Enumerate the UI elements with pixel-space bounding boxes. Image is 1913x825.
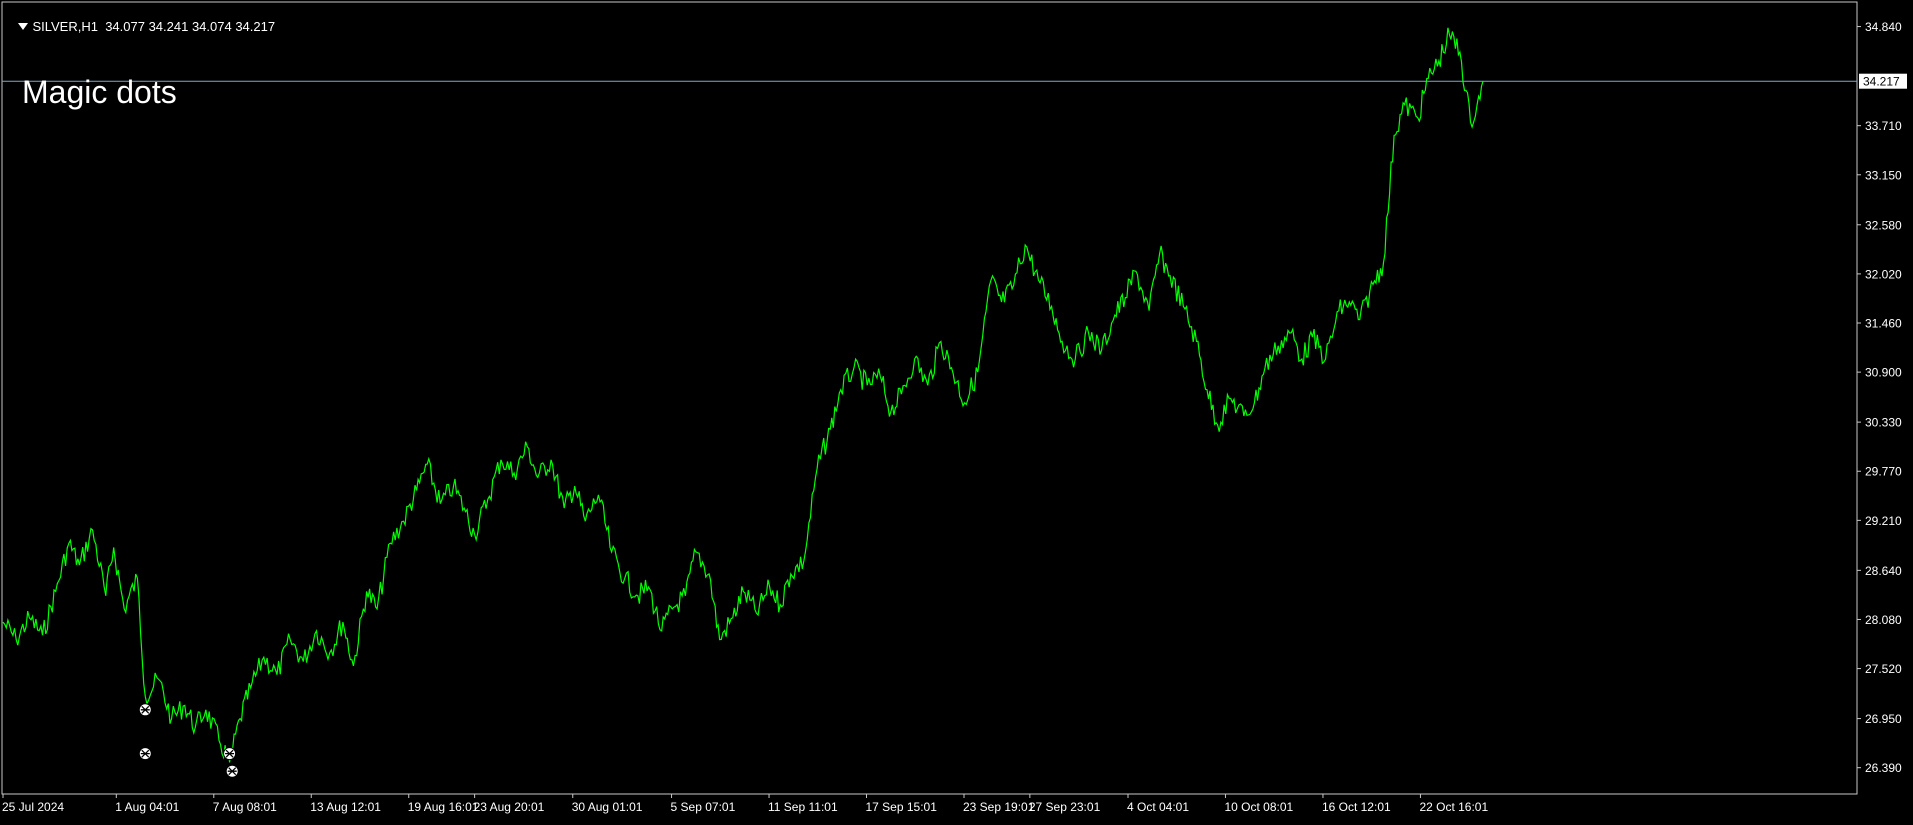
price-chart[interactable]: 34.840 33.710 33.150 32.580 32.020 31.460 30.9… [0,0,1913,820]
current-price-tag: 34.217 [1859,73,1907,89]
x-tick-label: 7 Aug 08:01 [213,800,277,814]
y-tick-label: 33.710 [1865,119,1902,133]
collapse-triangle-icon[interactable] [18,23,29,30]
y-tick-label: 29.210 [1865,514,1902,528]
y-tick-label: 27.520 [1865,662,1902,676]
x-tick-label: 23 Sep 19:01 [963,800,1035,814]
magic-dot-marker [138,703,152,717]
y-tick-label: 26.390 [1865,761,1902,775]
y-tick-label: 32.580 [1865,218,1902,232]
magic-dot-marker [225,764,239,778]
x-tick-label: 16 Oct 12:01 [1322,800,1391,814]
y-tick-label: 33.150 [1865,168,1902,182]
y-tick-label: 30.330 [1865,416,1902,430]
y-tick-label: 28.080 [1865,613,1902,627]
x-tick-label: 27 Sep 23:01 [1029,800,1101,814]
y-tick-label: 34.840 [1865,20,1902,34]
x-tick-label: 17 Sep 15:01 [866,800,938,814]
x-tick-label: 23 Aug 20:01 [474,800,545,814]
y-tick-label: 31.460 [1865,317,1902,331]
x-tick-label: 4 Oct 04:01 [1127,800,1189,814]
y-tick-label: 28.640 [1865,564,1902,578]
current-price-tag-label: 34.217 [1863,75,1900,89]
x-tick-label: 11 Sep 11:01 [768,800,838,814]
y-tick-label: 26.950 [1865,712,1902,726]
x-tick-label: 1 Aug 04:01 [115,800,179,814]
y-tick-label: 30.900 [1865,366,1902,380]
x-tick-label: 5 Sep 07:01 [671,800,736,814]
symbol-label: SILVER,H1 [32,19,98,34]
chart-window[interactable]: 34.840 33.710 33.150 32.580 32.020 31.460 30.9… [0,0,1913,820]
y-tick-label: 32.020 [1865,267,1902,281]
magic-dot-marker [138,747,152,761]
indicator-label: Magic dots [22,74,177,110]
x-tick-label: 19 Aug 16:01 [408,800,479,814]
x-tick-label: 13 Aug 12:01 [310,800,381,814]
x-tick-label: 30 Aug 01:01 [572,800,643,814]
x-tick-label: 10 Oct 08:01 [1224,800,1293,814]
chart-header: SILVER,H1 34.077 34.241 34.074 34.217 [4,4,275,49]
ohlc-values: 34.077 34.241 34.074 34.217 [105,19,276,34]
plot-background [0,0,1913,820]
magic-dot-marker [223,747,237,761]
y-tick-label: 29.770 [1865,465,1902,479]
x-tick-label: 22 Oct 16:01 [1419,800,1488,814]
x-tick-label: 25 Jul 2024 [2,800,64,814]
